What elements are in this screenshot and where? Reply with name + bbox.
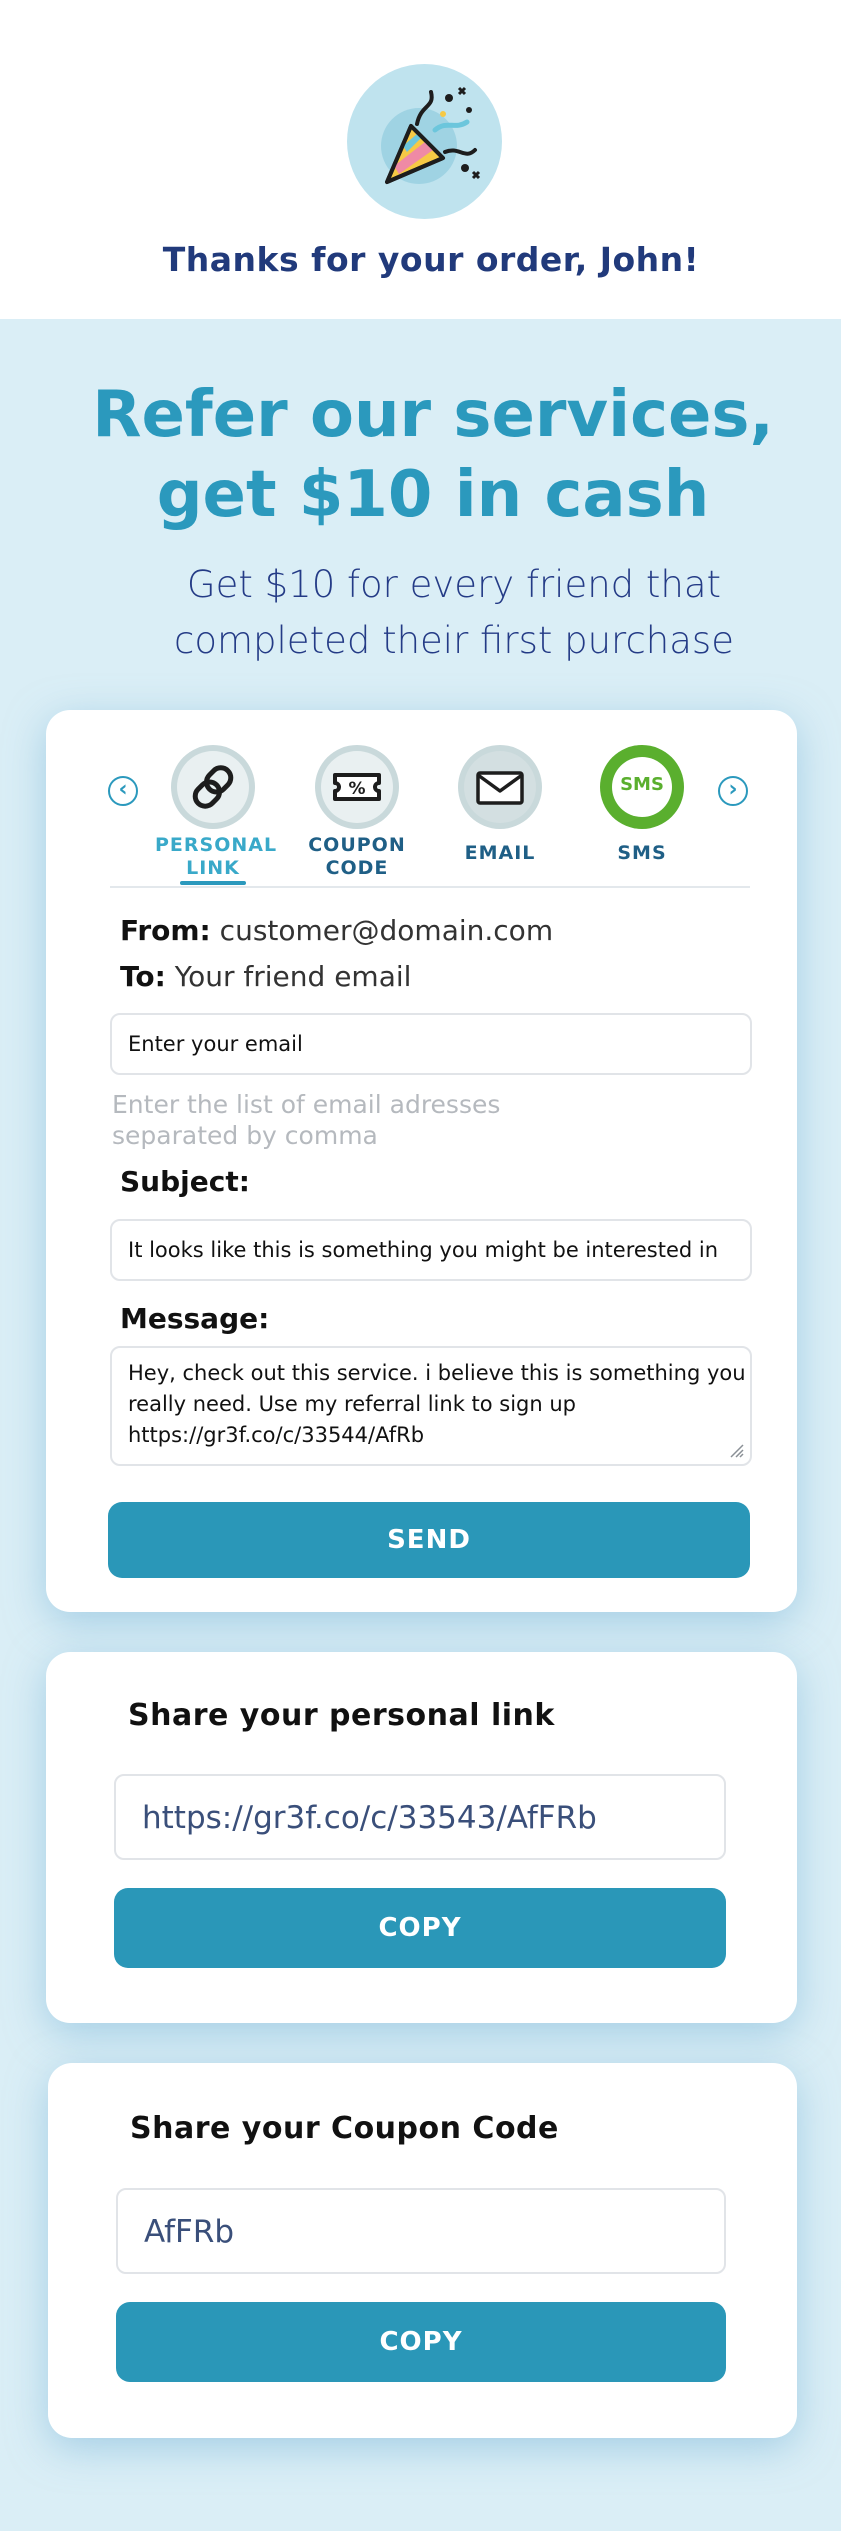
svg-text:%: %: [348, 779, 365, 799]
sms-bubble-icon: SMS: [600, 745, 684, 829]
hero-subtitle-line1: Get $10 for every friend that: [186, 563, 722, 606]
personal-link-value: https://gr3f.co/c/33543/AfFRb: [142, 1800, 597, 1836]
message-textarea[interactable]: Hey, check out this service. i believe t…: [110, 1346, 752, 1466]
coupon-code-field[interactable]: AfFRb: [116, 2188, 726, 2274]
tab-coupon-code-label-line1: COUPON: [308, 834, 406, 856]
tabs-prev-arrow-icon[interactable]: ‹: [108, 776, 138, 806]
message-line2: really need. Use my referral link to sig…: [128, 1392, 577, 1416]
header-section: Thanks for your order, John!: [0, 0, 841, 319]
from-label: From:: [120, 914, 211, 947]
tab-personal-link-label-line1: PERSONAL: [155, 834, 278, 856]
envelope-icon: [458, 745, 542, 829]
email-hint-line2: separated by comma: [112, 1121, 378, 1150]
coupon-title: Share your Coupon Code: [130, 2111, 559, 2146]
tab-email-label: EMAIL: [464, 842, 536, 864]
email-hint-line1: Enter the list of email adresses: [112, 1090, 501, 1119]
tab-coupon-code-label-line2: CODE: [325, 857, 389, 879]
send-button[interactable]: SEND: [108, 1502, 750, 1578]
tabs-next-arrow-icon[interactable]: ›: [718, 776, 748, 806]
message-line3: https://gr3f.co/c/33544/AfRb: [128, 1423, 425, 1447]
subject-value: It looks like this is something you migh…: [128, 1238, 719, 1262]
tab-personal-link-label-line2: LINK: [186, 857, 240, 879]
thanks-heading: Thanks for your order, John!: [162, 240, 700, 279]
message-value: Hey, check out this service. i believe t…: [128, 1358, 746, 1451]
friend-email-input[interactable]: Enter your email: [110, 1013, 752, 1075]
tab-personal-link[interactable]: PERSONAL LINK: [155, 745, 278, 885]
from-value: customer@domain.com: [219, 914, 554, 947]
message-line1: Hey, check out this service. i believe t…: [128, 1361, 746, 1385]
personal-link-field[interactable]: https://gr3f.co/c/33543/AfFRb: [114, 1774, 726, 1860]
hero-title: Refer our services, get $10 in cash: [0, 375, 841, 535]
coupon-code-value: AfFRb: [144, 2214, 235, 2250]
hero-subtitle-line2: completed their first purchase: [174, 619, 734, 662]
copy-coupon-button[interactable]: COPY: [116, 2302, 726, 2382]
party-popper-icon: [347, 64, 502, 219]
copy-link-button[interactable]: COPY: [114, 1888, 726, 1968]
hero-title-line2: get $10 in cash: [156, 458, 710, 532]
hero-title-line1: Refer our services,: [92, 378, 774, 452]
subject-label: Subject:: [120, 1165, 250, 1198]
chain-link-icon: [171, 745, 255, 829]
tab-email[interactable]: EMAIL: [442, 745, 558, 885]
tabs-divider: [110, 886, 750, 888]
personal-link-title: Share your personal link: [128, 1698, 555, 1733]
active-tab-indicator: [180, 881, 246, 885]
to-row: To: Your friend email: [120, 960, 411, 993]
friend-email-placeholder: Enter your email: [128, 1032, 303, 1056]
to-label: To:: [120, 960, 166, 993]
from-row: From: customer@domain.com: [120, 914, 553, 947]
message-label: Message:: [120, 1302, 270, 1335]
sms-badge-text: SMS: [620, 774, 664, 795]
subject-input[interactable]: It looks like this is something you migh…: [110, 1219, 752, 1281]
coupon-ticket-icon: %: [315, 745, 399, 829]
to-value: Your friend email: [174, 960, 412, 993]
resize-handle-icon[interactable]: [728, 1442, 744, 1458]
email-hint: Enter the list of email adresses separat…: [112, 1089, 532, 1151]
tab-sms-label: SMS: [617, 842, 667, 864]
hero-subtitle: Get $10 for every friend that completed …: [0, 557, 841, 669]
tab-sms[interactable]: SMS SMS: [584, 745, 700, 885]
tab-coupon-code[interactable]: % COUPON CODE: [299, 745, 415, 885]
